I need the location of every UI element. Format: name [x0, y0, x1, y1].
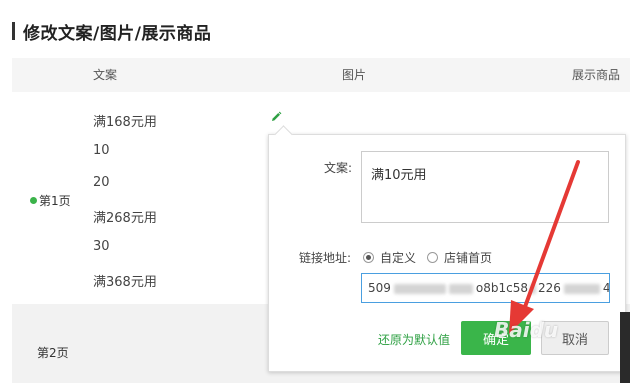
baidu-watermark: Baidu	[494, 318, 559, 342]
url-text-middle2: 226	[538, 281, 561, 295]
redacted-blur	[563, 283, 600, 294]
column-header-copy: 文案	[93, 68, 118, 82]
heading-marker	[12, 22, 15, 40]
copy-item: 满268元用	[93, 211, 157, 226]
background-image-edge	[620, 312, 630, 383]
page-label-1: 第1页	[30, 192, 71, 209]
copy-item: 满168元用	[93, 115, 157, 130]
edit-popup: 文案: 满10元用 链接地址: 自定义 店铺首页 509 o8b1c58 226 4 …	[268, 125, 626, 372]
link-field-label: 链接地址:	[299, 251, 352, 265]
column-header-image: 图片	[342, 68, 367, 82]
radio-custom[interactable]: 自定义	[363, 249, 416, 266]
page-title: 修改文案/图片/展示商品	[23, 23, 212, 44]
radio-custom-label: 自定义	[380, 251, 417, 265]
active-dot-icon	[30, 197, 37, 204]
radio-selected-icon	[363, 252, 374, 263]
copy-field-label: 文案:	[324, 161, 353, 175]
page-label-text: 第1页	[39, 194, 71, 208]
copy-item: 20	[93, 175, 110, 190]
radio-shop-home[interactable]: 店铺首页	[427, 249, 492, 266]
copy-textarea-value: 满10元用	[371, 168, 427, 183]
copy-item: 30	[93, 239, 110, 254]
link-url-input[interactable]: 509 o8b1c58 226 4	[361, 273, 610, 303]
restore-default-link[interactable]: 还原为默认值	[378, 331, 450, 348]
copy-item: 满368元用	[93, 275, 157, 290]
copy-textarea[interactable]: 满10元用	[361, 151, 609, 223]
url-text-middle: o8b1c58	[475, 281, 529, 295]
page-heading: 修改文案/图片/展示商品	[12, 20, 212, 44]
page-label-2: 第2页	[37, 346, 69, 360]
copy-item: 10	[93, 143, 110, 158]
url-text-start: 509	[368, 281, 391, 295]
radio-home-label: 店铺首页	[444, 251, 493, 265]
redacted-blur	[530, 283, 537, 294]
radio-unselected-icon	[427, 252, 438, 263]
redacted-blur	[448, 283, 473, 294]
edit-pencil-icon[interactable]	[270, 111, 282, 123]
table-header: 文案 图片 展示商品	[12, 58, 630, 92]
redacted-blur	[393, 283, 446, 294]
column-header-products: 展示商品	[572, 68, 621, 82]
url-text-end: 4	[602, 281, 610, 295]
